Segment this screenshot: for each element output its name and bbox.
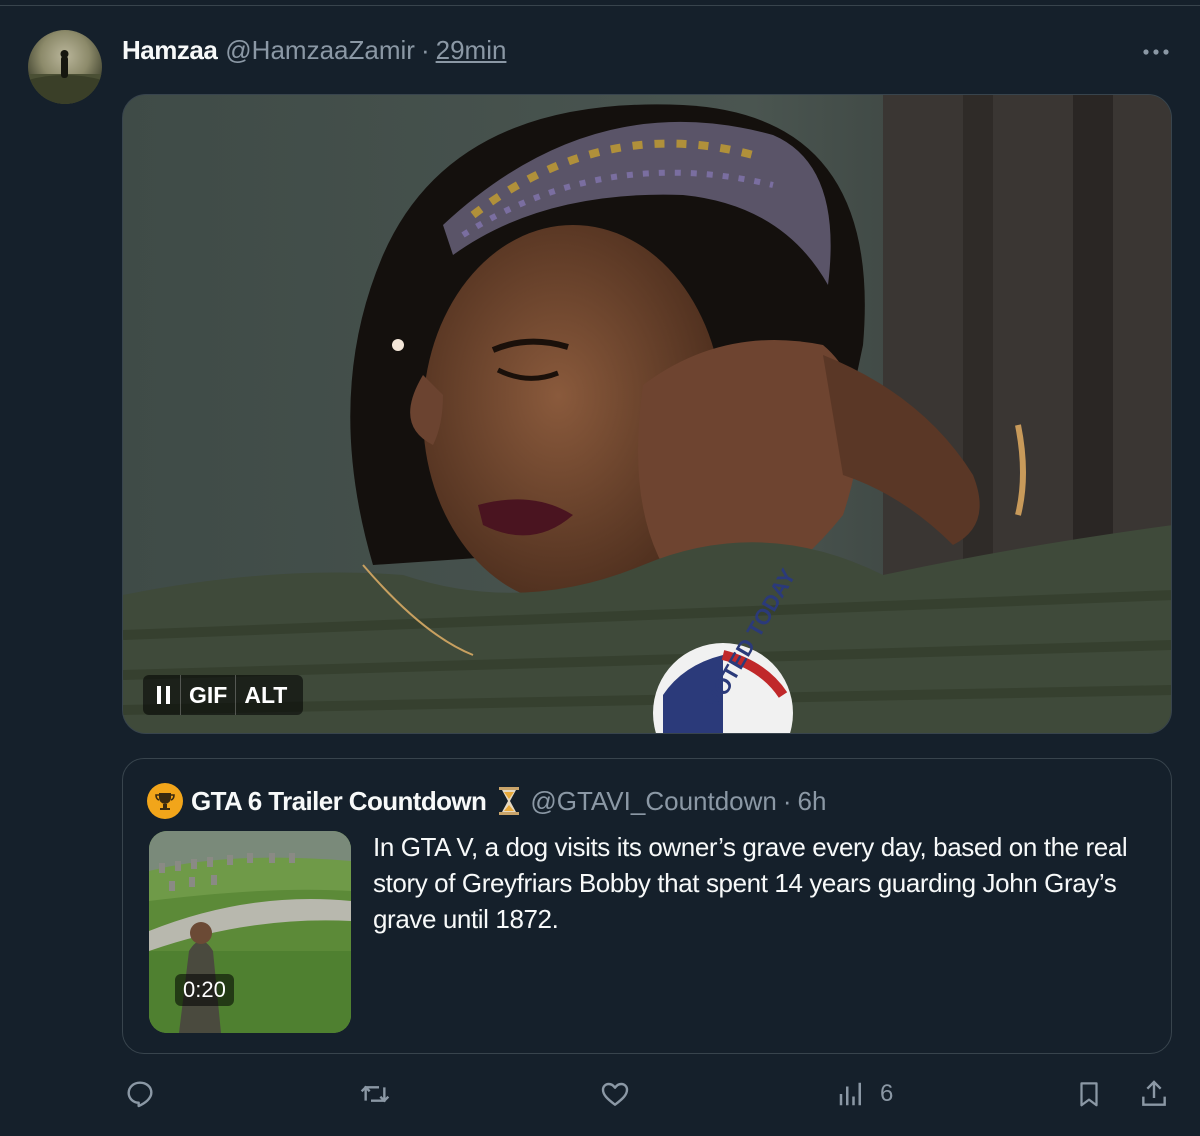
gif-media[interactable]: VOTED TODAY GIF ALT (122, 94, 1172, 734)
views-button[interactable]: 6 (836, 1072, 893, 1116)
share-icon[interactable] (1138, 1072, 1170, 1116)
like-icon[interactable] (598, 1072, 632, 1116)
quote-author-name[interactable]: GTA 6 Trailer Countdown (191, 786, 487, 817)
action-bar: 6 (0, 1072, 1200, 1116)
separator-dot: · (782, 785, 792, 816)
quote-header: GTA 6 Trailer Countdown @GTAVI_Countdown… (147, 783, 826, 819)
tweet-time[interactable]: 29min (436, 35, 507, 66)
tweet-header: Hamzaa @HamzaaZamir · 29min (122, 34, 506, 66)
views-icon (839, 1082, 861, 1106)
alt-button[interactable]: ALT (235, 675, 295, 715)
reply-icon[interactable] (124, 1072, 156, 1116)
quoted-tweet[interactable]: GTA 6 Trailer Countdown @GTAVI_Countdown… (122, 758, 1172, 1054)
bookmark-icon[interactable] (1074, 1072, 1104, 1116)
retweet-icon[interactable] (358, 1072, 392, 1116)
trophy-icon (155, 793, 175, 810)
quote-avatar[interactable] (147, 783, 183, 819)
more-icon[interactable] (1136, 36, 1176, 68)
author-name[interactable]: Hamzaa (122, 35, 218, 66)
gif-badge: GIF (180, 675, 235, 715)
tweet[interactable]: Hamzaa @HamzaaZamir · 29min VOTED TODAY … (0, 6, 1200, 1136)
quote-text: In GTA V, a dog visits its owner’s grave… (373, 832, 1128, 934)
video-duration: 0:20 (175, 974, 234, 1006)
quote-time[interactable]: 6h (798, 786, 827, 817)
hourglass-icon (498, 786, 520, 816)
pause-icon[interactable] (151, 675, 180, 715)
media-controls: GIF ALT (143, 675, 304, 715)
quote-author-handle[interactable]: @GTAVI_Countdown (530, 786, 777, 817)
quote-video-thumbnail[interactable]: 0:20 (149, 831, 351, 1033)
separator-dot: · (420, 34, 430, 65)
author-handle[interactable]: @HamzaaZamir (225, 35, 415, 66)
views-count: 6 (880, 1080, 894, 1107)
avatar[interactable] (28, 30, 102, 104)
